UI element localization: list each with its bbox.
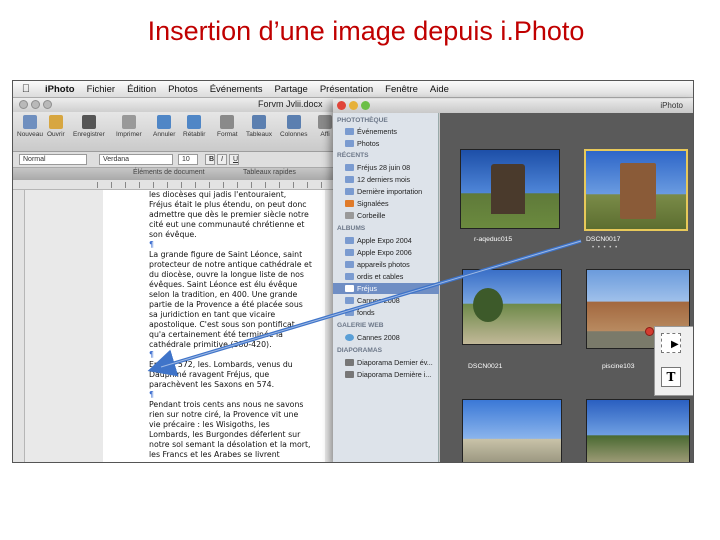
drag-arrow-highlight	[160, 240, 582, 368]
screenshot:  iPhoto Fichier Édition Photos Événemen…	[12, 80, 694, 463]
slide: Insertion d’une image depuis i.Photo  i…	[0, 0, 720, 540]
drag-arrow-overlay	[147, 239, 582, 377]
slide-title: Insertion d’une image depuis i.Photo	[147, 16, 585, 46]
